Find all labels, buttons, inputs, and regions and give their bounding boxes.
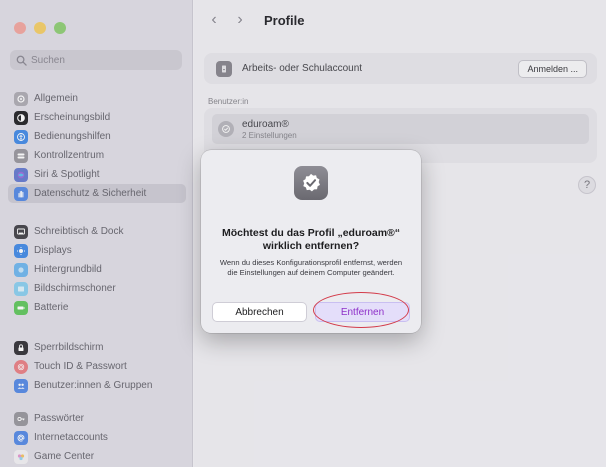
entfernen-button[interactable]: Entfernen — [315, 302, 410, 322]
abbrechen-button[interactable]: Abbrechen — [212, 302, 307, 322]
dialog-title: Möchtest du das Profil „eduroam®“ wirkli… — [221, 227, 401, 252]
dialog-message: Wenn du dieses Konfigurationsprofil entf… — [219, 258, 403, 277]
checkmark-seal-icon — [294, 166, 328, 200]
remove-profile-dialog: Möchtest du das Profil „eduroam®“ wirkli… — [201, 150, 421, 333]
settings-window: Allgemein Erscheinungsbild Bedienungshil… — [0, 0, 606, 467]
